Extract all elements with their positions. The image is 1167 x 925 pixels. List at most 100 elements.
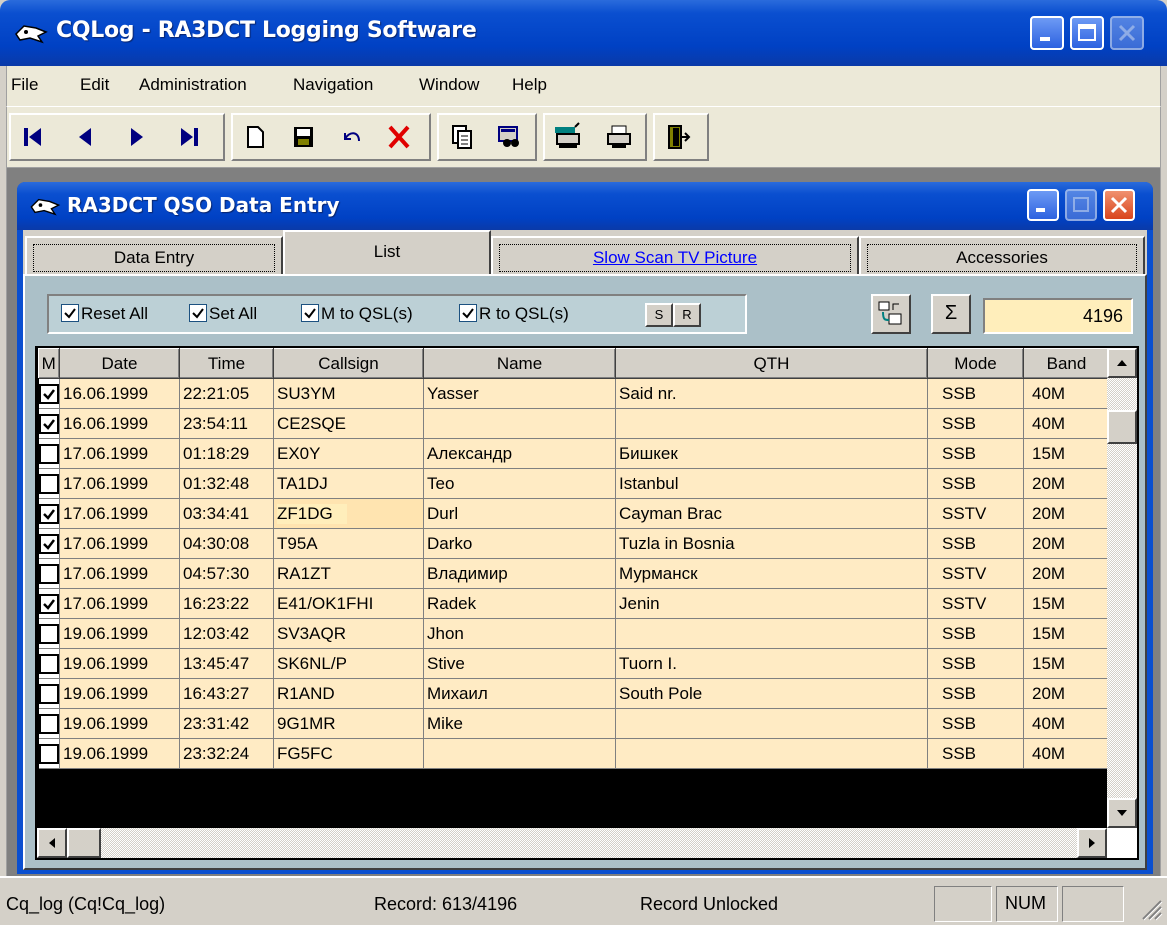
cell-band[interactable]: 20M <box>1023 468 1110 499</box>
mark-checkbox[interactable] <box>37 528 60 559</box>
printer-setup-button[interactable] <box>549 119 585 155</box>
cell-date[interactable]: 19.06.1999 <box>59 618 180 649</box>
cell-name[interactable]: Mike <box>423 708 616 739</box>
new-record-button[interactable] <box>237 119 273 155</box>
cell-time[interactable]: 12:03:42 <box>179 618 274 649</box>
maximize-button[interactable] <box>1070 16 1104 50</box>
cell-band[interactable]: 40M <box>1023 708 1110 739</box>
col-header-date[interactable]: Date <box>59 348 180 379</box>
cell-time[interactable]: 16:43:27 <box>179 678 274 709</box>
sum-button[interactable]: Σ <box>931 294 971 334</box>
menu-navigation[interactable]: Navigation <box>293 75 373 95</box>
cell-date[interactable]: 17.06.1999 <box>59 468 180 499</box>
cell-time[interactable]: 16:23:22 <box>179 588 274 619</box>
cell-qth[interactable]: Мурманск <box>615 558 928 589</box>
search-button[interactable] <box>491 119 527 155</box>
scroll-left-button[interactable] <box>37 828 67 858</box>
menu-edit[interactable]: Edit <box>80 75 109 95</box>
cell-band[interactable]: 15M <box>1023 588 1110 619</box>
delete-button[interactable] <box>381 119 417 155</box>
resize-grip-icon[interactable] <box>1137 895 1163 921</box>
child-close-button[interactable] <box>1103 189 1135 221</box>
cell-date[interactable]: 19.06.1999 <box>59 678 180 709</box>
cell-name[interactable]: Александр <box>423 438 616 469</box>
mark-checkbox[interactable] <box>37 738 60 769</box>
mark-checkbox[interactable] <box>37 708 60 739</box>
cell-mode[interactable]: SSB <box>927 438 1024 469</box>
table-row[interactable]: 17.06.1999 04:30:08 T95A Darko Tuzla in Bosn… <box>37 528 1110 559</box>
cell-callsign[interactable]: E41/OK1FHI <box>273 588 424 619</box>
menu-window[interactable]: Window <box>419 75 479 95</box>
cell-callsign[interactable]: CE2SQE <box>273 408 424 439</box>
cell-mode[interactable]: SSB <box>927 678 1024 709</box>
cell-callsign[interactable]: 9G1MR <box>273 708 424 739</box>
cell-name[interactable]: Durl <box>423 498 616 529</box>
m-to-qsl-checkbox[interactable]: M to QSL(s) <box>301 304 413 326</box>
last-record-button[interactable] <box>171 119 207 155</box>
cell-name[interactable]: Владимир <box>423 558 616 589</box>
cell-mode[interactable]: SSB <box>927 528 1024 559</box>
cell-name[interactable]: Jhon <box>423 618 616 649</box>
s-button[interactable]: S <box>645 303 673 327</box>
cell-band[interactable]: 20M <box>1023 678 1110 709</box>
col-header-name[interactable]: Name <box>423 348 616 379</box>
set-all-checkbox[interactable]: Set All <box>189 304 257 326</box>
cell-time[interactable]: 23:32:24 <box>179 738 274 769</box>
cell-band[interactable]: 20M <box>1023 498 1110 529</box>
cell-qth[interactable] <box>615 738 928 769</box>
cell-name[interactable]: Radek <box>423 588 616 619</box>
cell-mode[interactable]: SSTV <box>927 498 1024 529</box>
child-minimize-button[interactable] <box>1027 189 1059 221</box>
r-button[interactable]: R <box>673 303 701 327</box>
first-record-button[interactable] <box>15 119 51 155</box>
save-record-button[interactable] <box>285 119 321 155</box>
cell-qth[interactable]: South Pole <box>615 678 928 709</box>
menu-administration[interactable]: Administration <box>139 75 247 95</box>
cell-date[interactable]: 16.06.1999 <box>59 408 180 439</box>
scroll-thumb[interactable] <box>1107 410 1137 444</box>
cell-date[interactable]: 17.06.1999 <box>59 558 180 589</box>
cell-time[interactable]: 13:45:47 <box>179 648 274 679</box>
cell-date[interactable]: 19.06.1999 <box>59 648 180 679</box>
table-row[interactable]: 17.06.1999 01:18:29 EX0Y Александр Бишкек SSB… <box>37 438 1110 469</box>
cell-qth[interactable] <box>615 708 928 739</box>
prev-record-button[interactable] <box>67 119 103 155</box>
minimize-button[interactable] <box>1030 16 1064 50</box>
mark-checkbox[interactable] <box>37 588 60 619</box>
cell-band[interactable]: 15M <box>1023 438 1110 469</box>
table-row[interactable]: 17.06.1999 01:32:48 TA1DJ Teo Istanbul SSB 20M <box>37 468 1110 499</box>
cell-band[interactable]: 20M <box>1023 558 1110 589</box>
cell-time[interactable]: 01:32:48 <box>179 468 274 499</box>
mark-checkbox[interactable] <box>37 498 60 529</box>
cell-band[interactable]: 15M <box>1023 648 1110 679</box>
cell-qth[interactable]: Istanbul <box>615 468 928 499</box>
cell-callsign[interactable]: RA1ZT <box>273 558 424 589</box>
cell-date[interactable]: 17.06.1999 <box>59 528 180 559</box>
cell-callsign[interactable]: R1AND <box>273 678 424 709</box>
cell-time[interactable]: 22:21:05 <box>179 378 274 409</box>
cell-date[interactable]: 17.06.1999 <box>59 438 180 469</box>
mark-checkbox[interactable] <box>37 558 60 589</box>
cell-callsign[interactable]: ZF1DG <box>273 498 424 529</box>
mark-checkbox[interactable] <box>37 678 60 709</box>
cell-name[interactable] <box>423 408 616 439</box>
cell-callsign[interactable]: SK6NL/P <box>273 648 424 679</box>
cell-qth[interactable]: Tuorn I. <box>615 648 928 679</box>
hscroll-thumb[interactable] <box>67 828 101 858</box>
cell-mode[interactable]: SSB <box>927 408 1024 439</box>
cell-qth[interactable]: Cayman Brac <box>615 498 928 529</box>
table-row[interactable]: 17.06.1999 16:23:22 E41/OK1FHI Radek Jenin SS… <box>37 588 1110 619</box>
menu-help[interactable]: Help <box>512 75 547 95</box>
mark-checkbox[interactable] <box>37 618 60 649</box>
tab-list[interactable]: List <box>283 230 491 280</box>
cell-time[interactable]: 23:31:42 <box>179 708 274 739</box>
cell-date[interactable]: 16.06.1999 <box>59 378 180 409</box>
cell-callsign[interactable]: EX0Y <box>273 438 424 469</box>
cell-name[interactable] <box>423 738 616 769</box>
next-record-button[interactable] <box>119 119 155 155</box>
mark-checkbox[interactable] <box>37 408 60 439</box>
table-row[interactable]: 19.06.1999 16:43:27 R1AND Михаил South Pole S… <box>37 678 1110 709</box>
col-header-band[interactable]: Band <box>1023 348 1110 379</box>
cell-mode[interactable]: SSB <box>927 618 1024 649</box>
cell-date[interactable]: 17.06.1999 <box>59 588 180 619</box>
